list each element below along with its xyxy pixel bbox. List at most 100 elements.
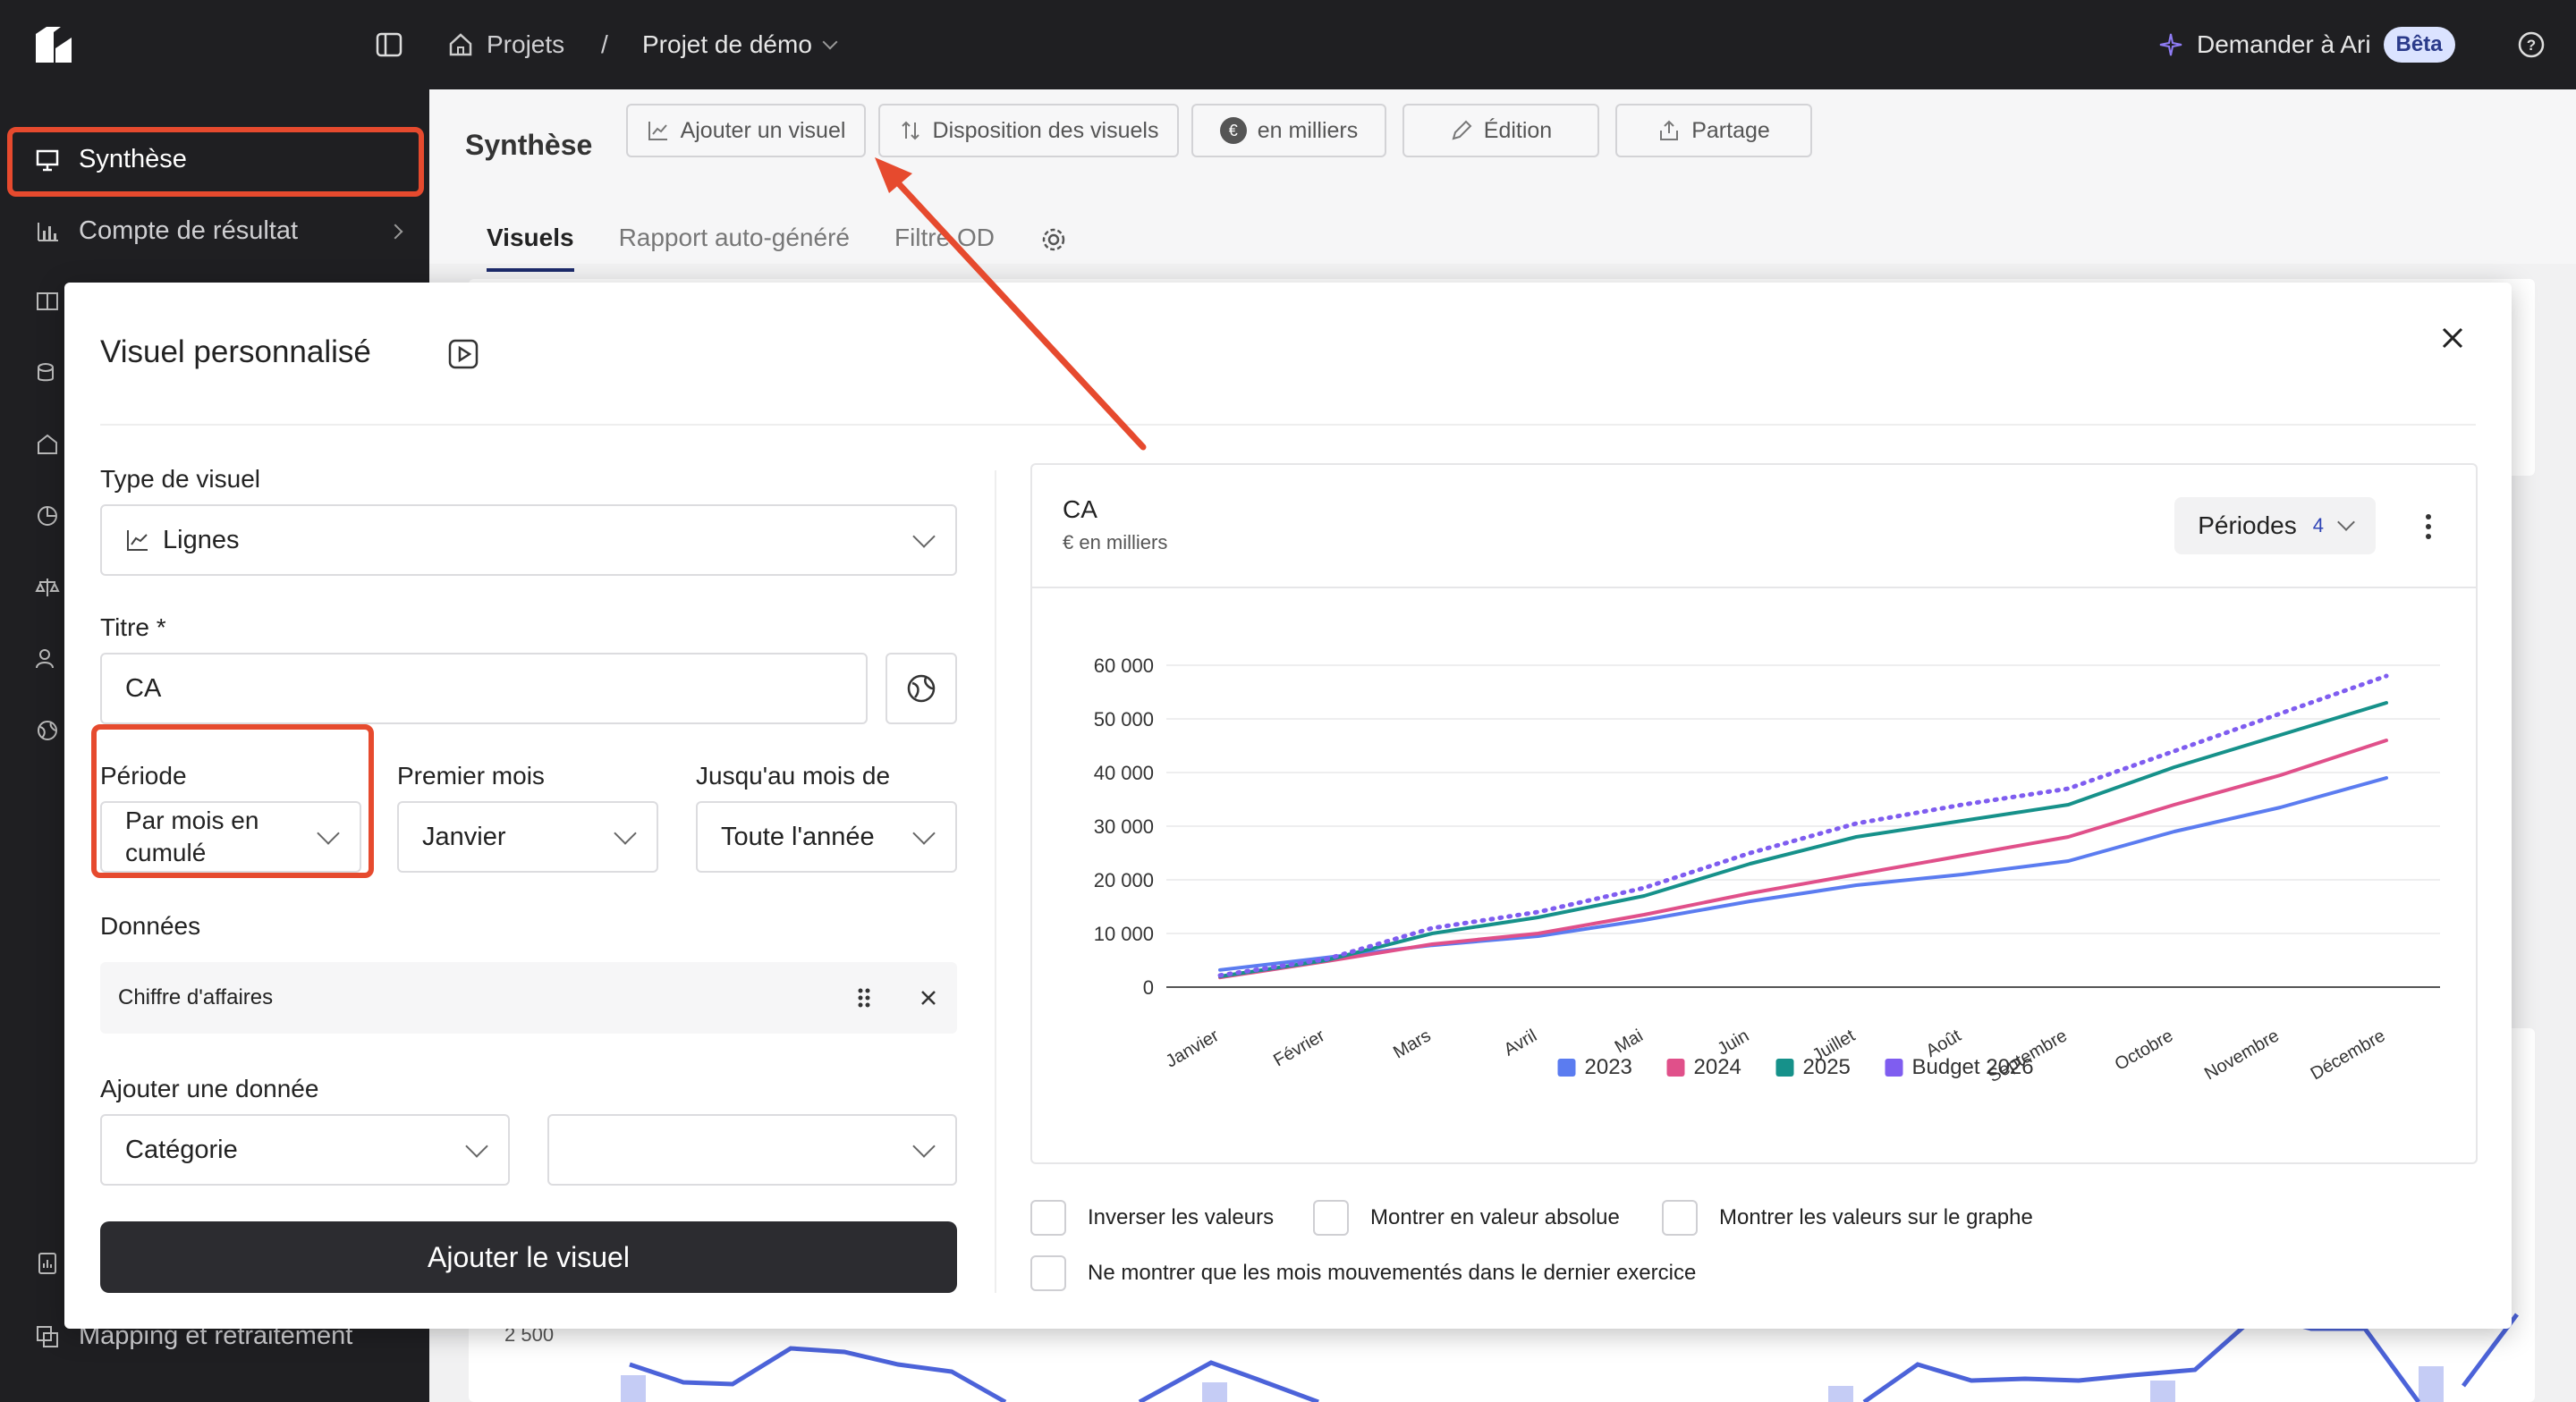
chevron-down-icon	[912, 525, 936, 548]
custom-visual-modal: Visuel personnalisé Type de visuel Ligne…	[64, 283, 2512, 1329]
bar-chart-icon	[34, 218, 61, 245]
y-tick-label: 30 000	[1094, 815, 1154, 838]
x-tick-label: Janvier	[1163, 1026, 1223, 1071]
legend-label: 2024	[1694, 1055, 1741, 1079]
modal-divider	[100, 424, 2476, 426]
show-values-option[interactable]: Montrer les valeurs sur le graphe	[1662, 1200, 2033, 1236]
add-visual-submit-button[interactable]: Ajouter le visuel	[100, 1221, 957, 1293]
absolute-values-option[interactable]: Montrer en valeur absolue	[1313, 1200, 1620, 1236]
highlight-period	[91, 724, 374, 878]
sort-icon	[901, 121, 919, 140]
legend-swatch	[1666, 1059, 1685, 1077]
x-tick-label: Février	[1270, 1026, 1328, 1070]
globe-icon	[907, 674, 936, 703]
ask-ari-button[interactable]: Demander à Ari Bêta	[2157, 27, 2455, 63]
x-tick-label: Novembre	[2201, 1026, 2283, 1084]
moved-months-option[interactable]: Ne montrer que les mois mouvementés dans…	[1030, 1255, 1696, 1291]
invert-values-checkbox[interactable]	[1030, 1200, 1066, 1236]
sidebar-item-users[interactable]	[34, 646, 61, 672]
project-selector[interactable]: Projet de démo	[642, 30, 838, 59]
top-bar: Projets / Projet de démo Demander à Ari …	[0, 0, 2576, 89]
sidebar-item-globe[interactable]	[34, 717, 61, 744]
edit-button[interactable]: Édition	[1402, 104, 1599, 157]
share-icon	[1660, 120, 1679, 140]
y-tick-label: 0	[1143, 976, 1154, 999]
book-icon	[34, 288, 61, 315]
line-chart-icon	[127, 530, 148, 551]
layout-button[interactable]: Disposition des visuels	[878, 104, 1179, 157]
y-tick-label: 60 000	[1094, 655, 1154, 677]
file-chart-icon	[34, 1250, 61, 1277]
modal-column-divider	[995, 470, 996, 1293]
absolute-values-checkbox[interactable]	[1313, 1200, 1349, 1236]
add-data-category-select[interactable]: Catégorie	[100, 1114, 510, 1186]
home-icon	[449, 33, 472, 56]
settings-icon[interactable]	[1039, 225, 1068, 254]
y-tick-label: 10 000	[1094, 923, 1154, 945]
invert-values-option[interactable]: Inverser les valeurs	[1030, 1200, 1274, 1236]
share-button[interactable]: Partage	[1615, 104, 1812, 157]
sidebar-item-compte-de-resultat[interactable]: Compte de résultat	[34, 216, 403, 246]
y-tick-label: 40 000	[1094, 762, 1154, 784]
legend-label: 2023	[1585, 1055, 1632, 1079]
first-month-label: Premier mois	[397, 762, 545, 790]
data-item-label: Chiffre d'affaires	[118, 985, 274, 1009]
x-tick-label: Mars	[1390, 1026, 1434, 1062]
euro-icon: €	[1219, 117, 1247, 144]
show-values-checkbox[interactable]	[1662, 1200, 1698, 1236]
sidebar-item-balance[interactable]	[34, 574, 61, 601]
beta-badge: Bêta	[2383, 27, 2455, 63]
sidebar-item-book[interactable]	[34, 288, 61, 315]
sidebar-item-coins[interactable]	[34, 359, 61, 386]
sidebar-toggle-icon[interactable]	[376, 32, 402, 57]
x-tick-label: Avril	[1501, 1026, 1540, 1060]
add-visual-button[interactable]: Ajouter un visuel	[626, 104, 866, 157]
type-select[interactable]: Lignes	[100, 504, 957, 576]
svg-text:?: ?	[2527, 37, 2536, 54]
drag-handle-icon[interactable]	[855, 986, 873, 1009]
help-icon[interactable]: ?	[2517, 30, 2546, 59]
more-vertical-icon[interactable]	[2424, 513, 2433, 540]
copy-icon	[34, 1323, 61, 1350]
type-label: Type de visuel	[100, 465, 260, 493]
chevron-right-icon	[387, 224, 403, 239]
pencil-icon	[1452, 120, 1472, 140]
until-select[interactable]: Toute l'année	[696, 801, 957, 873]
legend-swatch	[1557, 1059, 1576, 1077]
legend-swatch	[1885, 1059, 1903, 1077]
first-month-select[interactable]: Janvier	[397, 801, 658, 873]
thousands-button[interactable]: € en milliers	[1191, 104, 1386, 157]
tab-filtre-od[interactable]: Filtre OD	[894, 224, 995, 272]
chart-subtitle: € en milliers	[1063, 531, 1168, 553]
y-tick-label: 20 000	[1094, 869, 1154, 891]
breadcrumb-separator: /	[601, 30, 608, 58]
sidebar-item-report[interactable]	[34, 1250, 61, 1277]
users-icon	[34, 646, 61, 672]
chevron-down-icon	[2337, 513, 2355, 531]
breadcrumb-projects[interactable]: Projets	[447, 30, 564, 59]
title-label: Titre *	[100, 613, 166, 641]
y-tick-label: 50 000	[1094, 708, 1154, 731]
add-data-label: Ajouter une donnée	[100, 1075, 319, 1102]
periods-button[interactable]: Périodes 4	[2174, 497, 2376, 554]
remove-icon[interactable]	[918, 987, 939, 1009]
tab-visuels[interactable]: Visuels	[487, 224, 574, 272]
close-icon[interactable]	[2436, 322, 2469, 354]
video-play-icon[interactable]	[447, 338, 479, 370]
add-data-value-select[interactable]	[547, 1114, 957, 1186]
chevron-down-icon	[465, 1135, 488, 1158]
sidebar-item-pie[interactable]	[34, 503, 61, 529]
app-logo-icon[interactable]	[34, 25, 73, 64]
legend-label: Budget 2026	[1912, 1055, 2034, 1079]
until-label: Jusqu'au mois de	[696, 762, 891, 790]
sidebar-item-treasury[interactable]	[34, 431, 61, 458]
moved-months-checkbox[interactable]	[1030, 1255, 1066, 1291]
data-label: Données	[100, 912, 201, 940]
translate-button[interactable]	[886, 653, 957, 724]
tab-rapport[interactable]: Rapport auto-généré	[619, 224, 850, 272]
page-header: Synthèse Ajouter un visuel Disposition d…	[429, 89, 2576, 272]
data-item-row: Chiffre d'affaires	[100, 962, 957, 1034]
chevron-down-icon	[614, 822, 637, 845]
line-chart: 0 10 000 20 000 30 000 40 000 50 000 60 000 Jan…	[1094, 655, 2440, 1086]
title-input[interactable]: CA	[100, 653, 868, 724]
